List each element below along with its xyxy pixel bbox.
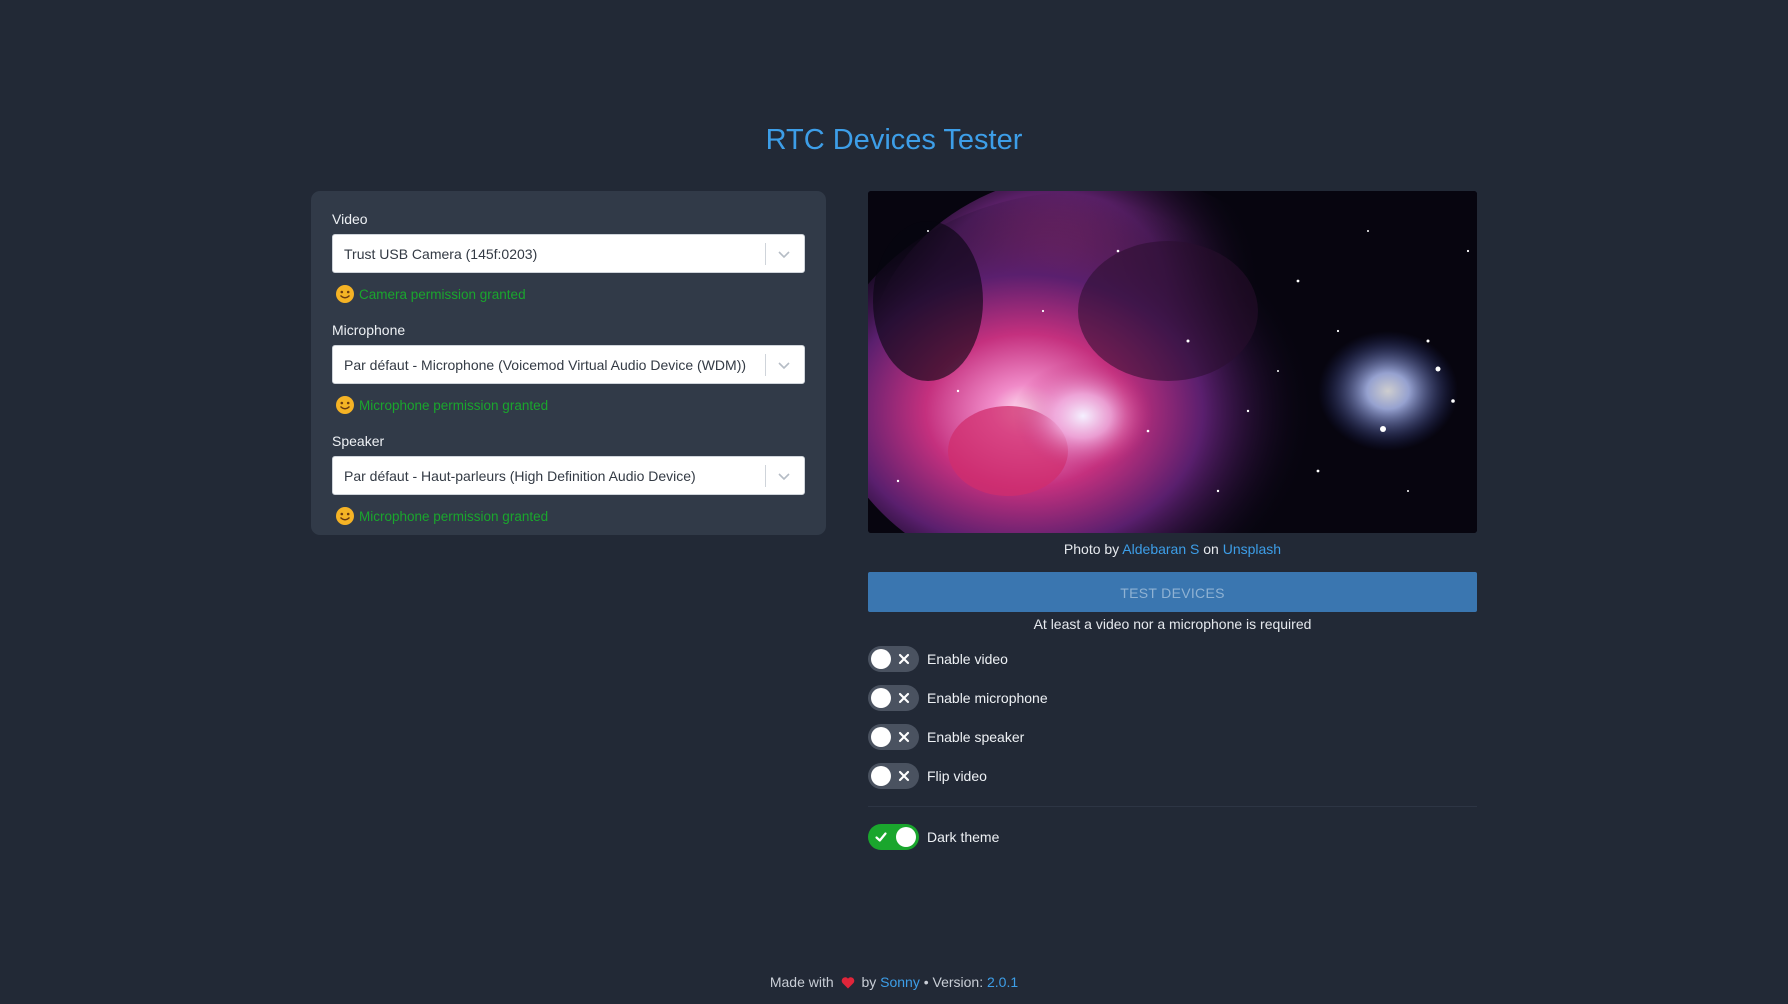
- toggle-knob: [871, 766, 891, 786]
- requirement-hint: At least a video nor a microphone is req…: [1033, 616, 1312, 632]
- nebula-image: [868, 191, 1477, 533]
- check-icon: [875, 832, 887, 842]
- microphone-device-select[interactable]: Par défaut - Microphone (Voicemod Virtua…: [332, 345, 805, 384]
- video-device-value: Trust USB Camera (145f:0203): [344, 245, 538, 262]
- enable-microphone-toggle[interactable]: [868, 685, 919, 711]
- credit-middle: on: [1203, 541, 1219, 557]
- select-separator: [765, 243, 766, 265]
- footer-by: by: [861, 974, 877, 990]
- toggle-knob: [871, 727, 891, 747]
- smiley-icon: [336, 285, 354, 303]
- toggle-row-enable-microphone: Enable microphone: [868, 684, 1048, 712]
- toggle-knob: [871, 649, 891, 669]
- video-preview-image: [868, 191, 1477, 533]
- enable-video-toggle[interactable]: [868, 646, 919, 672]
- camera-permission-status: Camera permission granted: [332, 283, 805, 305]
- footer-made-with: Made with: [769, 974, 834, 990]
- select-separator: [765, 465, 766, 487]
- toggle-row-flip-video: Flip video: [868, 762, 987, 790]
- video-label: Video: [332, 211, 368, 227]
- microphone-permission-status: Microphone permission granted: [332, 394, 805, 416]
- microphone-group: Microphone Par défaut - Microphone (Voic…: [332, 322, 805, 416]
- enable-speaker-label: Enable speaker: [927, 729, 1025, 745]
- enable-video-label: Enable video: [927, 651, 1008, 667]
- toggle-knob: [896, 827, 916, 847]
- chevron-down-icon[interactable]: [776, 468, 792, 484]
- speaker-permission-text: Microphone permission granted: [359, 508, 549, 524]
- settings-divider: [868, 806, 1477, 807]
- close-icon: [898, 731, 910, 743]
- speaker-permission-status: Microphone permission granted: [332, 505, 805, 527]
- speaker-device-value: Par défaut - Haut-parleurs (High Definit…: [344, 467, 696, 484]
- speaker-device-select[interactable]: Par défaut - Haut-parleurs (High Definit…: [332, 456, 805, 495]
- microphone-label: Microphone: [332, 322, 406, 338]
- enable-speaker-toggle[interactable]: [868, 724, 919, 750]
- test-devices-button[interactable]: TEST DEVICES: [868, 572, 1477, 612]
- footer-author-link[interactable]: Sonny: [880, 974, 920, 990]
- footer-version-link[interactable]: 2.0.1: [987, 974, 1018, 990]
- dark-theme-toggle[interactable]: [868, 824, 919, 850]
- camera-permission-text: Camera permission granted: [359, 286, 526, 302]
- page-title: RTC Devices Tester: [765, 124, 1023, 156]
- toggle-row-enable-speaker: Enable speaker: [868, 723, 1024, 751]
- video-group: Video Trust USB Camera (145f:0203) Camer…: [332, 211, 805, 305]
- microphone-permission-text: Microphone permission granted: [359, 397, 549, 413]
- toggle-row-dark-theme: Dark theme: [868, 823, 999, 851]
- video-device-select[interactable]: Trust USB Camera (145f:0203): [332, 234, 805, 273]
- chevron-down-icon[interactable]: [776, 357, 792, 373]
- toggle-row-enable-video: Enable video: [868, 645, 1008, 673]
- smiley-icon: [336, 507, 354, 525]
- close-icon: [898, 770, 910, 782]
- enable-microphone-label: Enable microphone: [927, 690, 1048, 706]
- dark-theme-label: Dark theme: [927, 829, 1000, 845]
- footer: Made with by Sonny • Version: 2.0.1: [0, 974, 1788, 990]
- credit-prefix: Photo by: [1063, 541, 1120, 557]
- select-separator: [765, 354, 766, 376]
- close-icon: [898, 692, 910, 704]
- chevron-down-icon[interactable]: [776, 246, 792, 262]
- smiley-icon: [336, 396, 354, 414]
- microphone-device-value: Par défaut - Microphone (Voicemod Virtua…: [344, 356, 747, 373]
- photo-credit: Photo by Aldebaran S on Unsplash: [868, 541, 1477, 557]
- toggle-knob: [871, 688, 891, 708]
- flip-video-label: Flip video: [927, 768, 987, 784]
- photo-author-link[interactable]: Aldebaran S: [1122, 541, 1199, 557]
- unsplash-link[interactable]: Unsplash: [1223, 541, 1281, 557]
- close-icon: [898, 653, 910, 665]
- device-settings-panel: Video Trust USB Camera (145f:0203) Camer…: [311, 191, 826, 535]
- speaker-label: Speaker: [332, 433, 385, 449]
- footer-version-label: • Version:: [923, 974, 984, 990]
- flip-video-toggle[interactable]: [868, 763, 919, 789]
- speaker-group: Speaker Par défaut - Haut-parleurs (High…: [332, 433, 805, 527]
- heart-icon: [841, 977, 854, 989]
